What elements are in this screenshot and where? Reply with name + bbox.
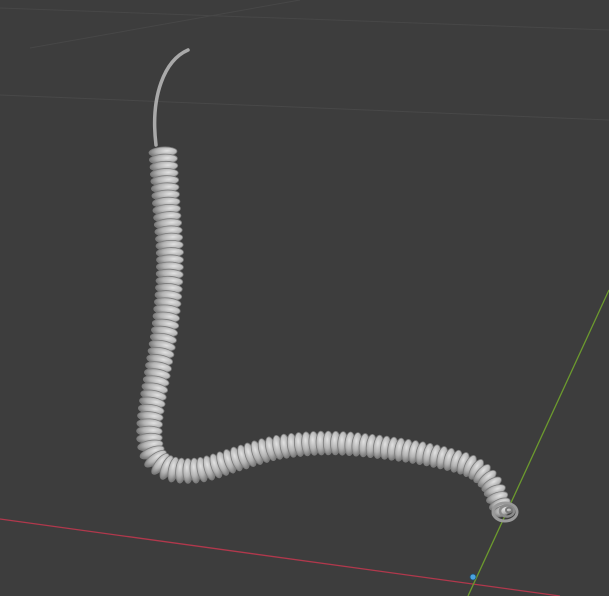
y-axis-line: [467, 289, 609, 596]
viewport-canvas[interactable]: [0, 0, 609, 596]
grid-line: [0, 94, 609, 121]
x-axis-line: [0, 518, 561, 596]
cable-tail: [152, 48, 190, 147]
world-origin-marker: [469, 573, 477, 581]
grid-line: [0, 7, 609, 31]
floor-grid: [0, 0, 609, 121]
coiled-cable[interactable]: [136, 146, 514, 520]
grid-line: [29, 0, 301, 49]
3d-viewport[interactable]: [0, 0, 609, 596]
